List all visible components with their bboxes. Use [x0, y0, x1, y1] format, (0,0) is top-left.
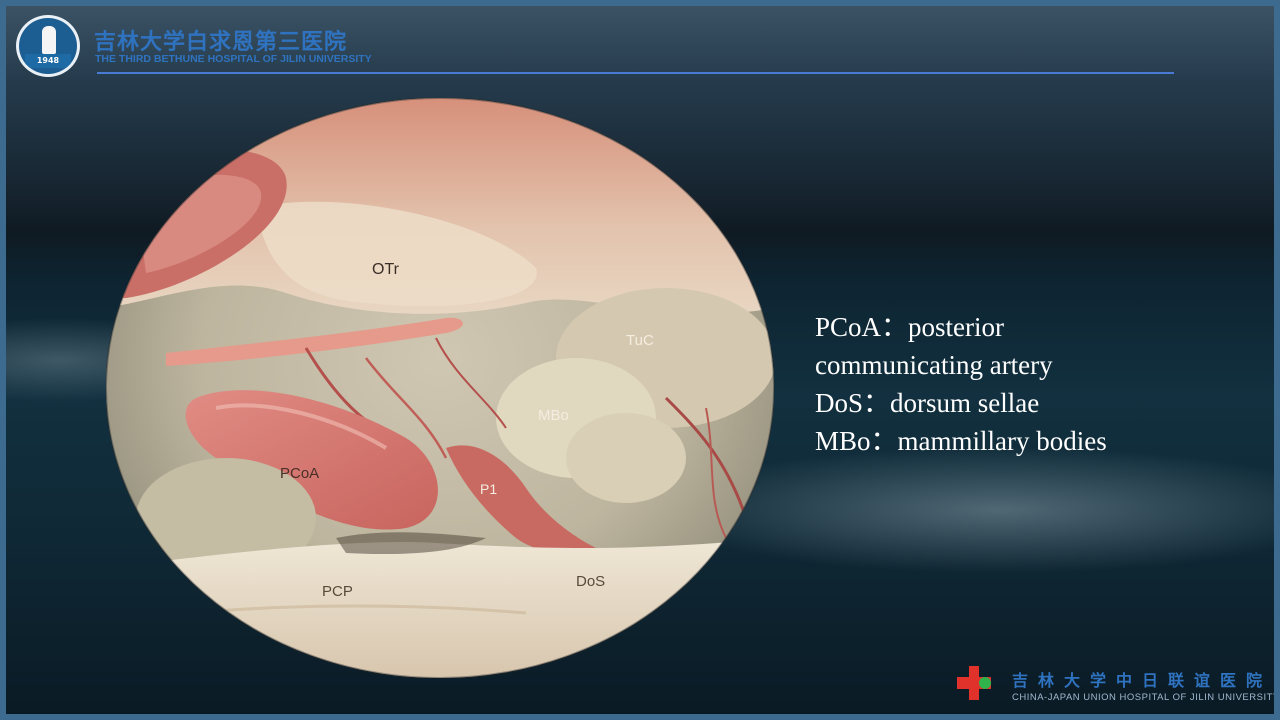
- label-dos: DoS: [576, 573, 605, 590]
- hospital-name-cn: 吉林大学白求恩第三医院: [94, 29, 348, 55]
- label-pcoa: PCoA: [280, 465, 319, 482]
- hospital-logo-bottom: [957, 666, 991, 700]
- logo-figure-icon: [42, 26, 56, 54]
- legend-line-4: MBo：mammillary bodies: [815, 426, 1107, 456]
- legend-line-2: communicating artery: [815, 350, 1053, 380]
- label-tuc: TuC: [626, 332, 654, 349]
- header-divider: [97, 72, 1174, 74]
- label-pcp: PCP: [322, 583, 353, 600]
- hospital-logo-top: 1948: [16, 15, 80, 77]
- legend-line-3: DoS：dorsum sellae: [815, 388, 1040, 418]
- footer-hospital-name-cn: 吉林大学中日联谊医院: [1012, 671, 1273, 690]
- endoscopic-image: OTr TuC MBo PCoA P1 PCP DoS: [106, 98, 774, 678]
- hospital-name-en: THE THIRD BETHUNE HOSPITAL OF JILIN UNIV…: [95, 53, 372, 65]
- legend-line-1: PCoA：posterior: [815, 312, 1004, 342]
- footer-hospital-name-en: CHINA-JAPAN UNION HOSPITAL OF JILIN UNIV…: [1012, 692, 1280, 703]
- slide: 1948 吉林大学白求恩第三医院 THE THIRD BETHUNE HOSPI…: [0, 0, 1280, 720]
- label-otr: OTr: [372, 261, 400, 278]
- label-mbo: MBo: [538, 407, 569, 424]
- logo-year: 1948: [25, 54, 71, 68]
- label-p1: P1: [480, 481, 497, 497]
- legend-text: PCoA：posterior communicating artery DoS：…: [815, 308, 1107, 460]
